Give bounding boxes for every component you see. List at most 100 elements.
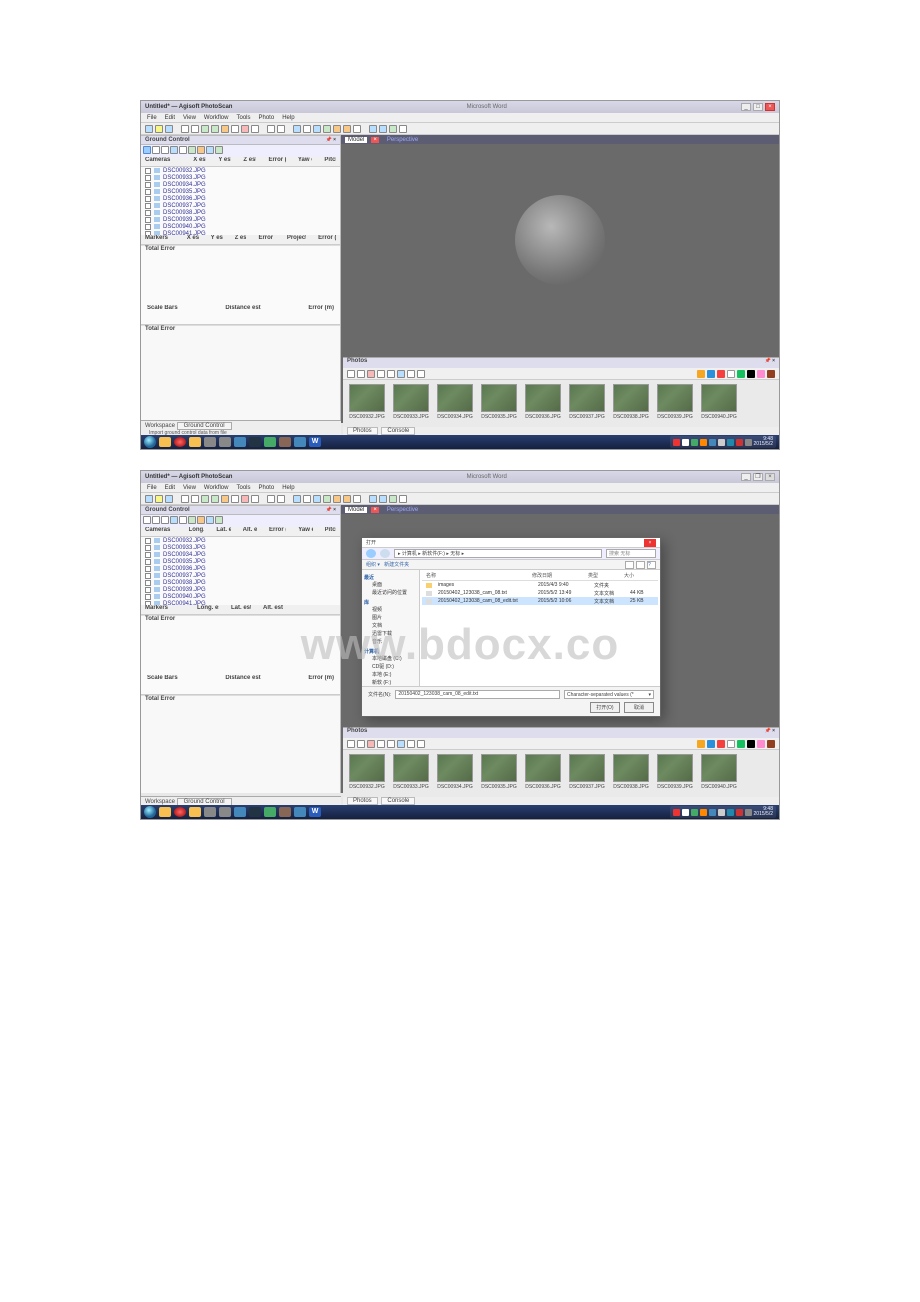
menu-edit[interactable]: Edit: [165, 115, 175, 121]
dialog-close-button[interactable]: ×: [644, 539, 656, 547]
photo-tool-icon[interactable]: [357, 370, 365, 378]
start-button-icon[interactable]: [144, 436, 156, 448]
update-icon[interactable]: [188, 146, 196, 154]
tab-photos[interactable]: Photos: [347, 427, 378, 435]
tray-icon[interactable]: [745, 439, 752, 446]
photo-tool-icon[interactable]: [387, 370, 395, 378]
view-icon[interactable]: [303, 125, 311, 133]
close-button[interactable]: ×: [765, 103, 775, 111]
photo-details-icon[interactable]: [397, 370, 405, 378]
tray-icon[interactable]: [727, 439, 734, 446]
pointcloud-icon[interactable]: [313, 125, 321, 133]
tray-icon[interactable]: [709, 439, 716, 446]
menu-file[interactable]: File: [147, 115, 157, 121]
photo-tool-icon[interactable]: [377, 370, 385, 378]
new-icon[interactable]: [145, 125, 153, 133]
minimize-button[interactable]: _: [741, 473, 751, 481]
tray-icon[interactable]: [736, 439, 743, 446]
filetype-select[interactable]: Character-separated values (*▾: [564, 690, 654, 699]
trackball-gizmo[interactable]: [515, 195, 605, 285]
tray-icon[interactable]: [691, 439, 698, 446]
app-icon[interactable]: [234, 437, 246, 447]
start-button-icon[interactable]: [144, 806, 156, 818]
reset-icon[interactable]: [179, 146, 187, 154]
tag-pink-icon[interactable]: [757, 370, 765, 378]
view-tab-close[interactable]: ×: [371, 137, 379, 143]
cameras-icon[interactable]: [369, 125, 377, 133]
panel-pin-icon[interactable]: 📌 ×: [325, 137, 336, 143]
select-icon[interactable]: [201, 125, 209, 133]
forward-button-icon[interactable]: [380, 549, 390, 558]
filename-input[interactable]: 20150402_123038_cam_08_edit.txt: [395, 690, 560, 699]
check-icon[interactable]: [215, 146, 223, 154]
tray-icon[interactable]: [700, 439, 707, 446]
tray-icon[interactable]: [682, 439, 689, 446]
restore-button[interactable]: ❐: [753, 473, 763, 481]
solid-icon[interactable]: [343, 125, 351, 133]
maximize-button[interactable]: □: [753, 103, 763, 111]
mesh-icon[interactable]: [333, 125, 341, 133]
undo-icon[interactable]: [181, 125, 189, 133]
camera-list[interactable]: DSC00932.JPG DSC00933.JPG DSC00934.JPG D…: [141, 167, 340, 235]
cancel-button[interactable]: 取消: [624, 702, 654, 713]
dense-icon[interactable]: [323, 125, 331, 133]
app-icon[interactable]: [204, 437, 216, 447]
tray-icon[interactable]: [718, 439, 725, 446]
markers-icon[interactable]: [379, 125, 387, 133]
tag-blue-icon[interactable]: [707, 370, 715, 378]
tag-red-icon[interactable]: [717, 370, 725, 378]
folder-icon[interactable]: [189, 437, 201, 447]
photo-tool-icon[interactable]: [417, 370, 425, 378]
rotate-icon[interactable]: [251, 125, 259, 133]
app-icon[interactable]: [174, 437, 186, 447]
perspective-icon[interactable]: [293, 125, 301, 133]
app-icon[interactable]: [219, 437, 231, 447]
optimize-icon[interactable]: [206, 146, 214, 154]
preview-pane-icon[interactable]: [636, 561, 645, 569]
nav-icon[interactable]: [267, 125, 275, 133]
save-icon[interactable]: [165, 125, 173, 133]
search-input[interactable]: 搜索 无标: [606, 549, 656, 558]
file-row[interactable]: images 2015/4/3 9:40 文件夹: [422, 581, 658, 589]
redo-icon[interactable]: [191, 125, 199, 133]
app-icon[interactable]: [249, 437, 261, 447]
tag-orange-icon[interactable]: [697, 370, 705, 378]
open-button[interactable]: 打开(O): [590, 702, 620, 713]
file-list[interactable]: 名称 修改日期 类型 大小 images 2015/4/3 9:40 文件夹: [420, 570, 660, 686]
new-folder-button[interactable]: 新建文件夹: [384, 562, 409, 568]
wireframe-icon[interactable]: [353, 125, 361, 133]
tag-green-icon[interactable]: [737, 370, 745, 378]
rect-select-icon[interactable]: [211, 125, 219, 133]
menu-workflow[interactable]: Workflow: [204, 115, 229, 121]
view-errors-icon[interactable]: [197, 146, 205, 154]
trackball-icon[interactable]: [399, 125, 407, 133]
export-icon[interactable]: [152, 146, 160, 154]
menu-view[interactable]: View: [183, 115, 196, 121]
app-icon[interactable]: [294, 437, 306, 447]
photos-strip[interactable]: DSC00932.JPG DSC00933.JPG DSC00934.JPG D…: [343, 380, 779, 427]
photo-delete-icon[interactable]: [367, 370, 375, 378]
crop-icon[interactable]: [231, 125, 239, 133]
checkbox[interactable]: [145, 168, 151, 174]
close-button[interactable]: ×: [765, 473, 775, 481]
organize-menu[interactable]: 组织 ▾: [366, 562, 380, 568]
workspace-tab[interactable]: Ground Control: [177, 422, 232, 430]
tag-black-icon[interactable]: [747, 370, 755, 378]
file-row-selected[interactable]: 20150402_123038_cam_08_edit.txt 2015/5/2…: [422, 597, 658, 605]
file-row[interactable]: 20150402_123038_cam_08.txt 2015/5/2 13:4…: [422, 589, 658, 597]
view-mode-icon[interactable]: [625, 561, 634, 569]
breadcrumb-path[interactable]: ▸ 计算机 ▸ 新软件(F:) ▸ 无标 ▸: [394, 549, 602, 558]
convert-icon[interactable]: [161, 146, 169, 154]
tab-console[interactable]: Console: [381, 427, 415, 435]
region-icon[interactable]: [389, 125, 397, 133]
delete-icon[interactable]: [241, 125, 249, 133]
word-icon[interactable]: W: [309, 437, 321, 447]
tray-icon[interactable]: [673, 439, 680, 446]
zoom-icon[interactable]: [277, 125, 285, 133]
app-icon[interactable]: [264, 437, 276, 447]
clock[interactable]: 9:48 2015/5/2: [754, 437, 773, 447]
menu-tools[interactable]: Tools: [236, 115, 250, 121]
dialog-sidebar[interactable]: 最近 桌面 最近访问的位置 库 视频 图片 文档 迅雷下载 音乐 计算机 本地磁…: [362, 570, 420, 686]
tag-white-icon[interactable]: [727, 370, 735, 378]
help-icon[interactable]: ?: [647, 561, 656, 569]
